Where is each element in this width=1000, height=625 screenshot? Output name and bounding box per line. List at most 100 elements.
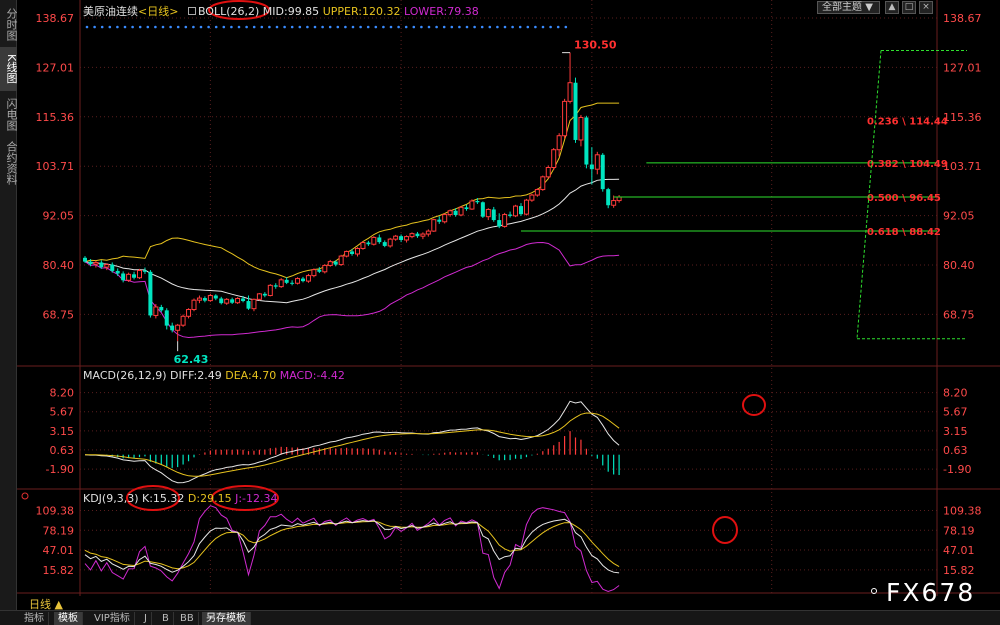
marker-dot [116, 25, 119, 29]
tab-flash-chart[interactable]: 闪电图 [0, 92, 18, 136]
candle-body [175, 324, 181, 331]
macd-y-tick-left: 0.63 [50, 444, 75, 457]
main-panel-header: 美原油连续<日线> BOLL(26,2) MID:99.85 UPPER:120… [83, 3, 479, 19]
kdj-j-value: J:-12.34 [235, 492, 278, 505]
candle-body [290, 282, 295, 284]
tab-b[interactable]: B [158, 612, 174, 625]
macd-y-tick-right: -1.90 [943, 463, 971, 476]
marker-dot [526, 25, 530, 29]
candle-body [83, 257, 87, 262]
marker-dot [100, 25, 104, 29]
candle-body [469, 200, 475, 210]
marker-dot [252, 25, 256, 29]
candle-body [611, 200, 617, 206]
candle-body [99, 262, 104, 268]
marker-dot [549, 25, 552, 29]
tab-vip-indicators[interactable]: VIP指标 [90, 612, 135, 625]
candle-body [366, 242, 371, 245]
panel-close-button[interactable]: × [919, 1, 933, 14]
tab-indicators[interactable]: 指标 [20, 612, 49, 625]
marker-dot [328, 25, 332, 29]
candle-body [191, 299, 197, 311]
bottom-tab-bar: 指标 模板 VIP指标 J B BB 另存模板 [0, 610, 1000, 625]
highlight-ellipse [742, 394, 766, 416]
candle-body [594, 154, 600, 170]
theme-dropdown-label: 全部主题 [822, 2, 862, 13]
marker-dot [154, 25, 157, 29]
low-price-label: 62.43 [174, 353, 209, 366]
marker-dot [541, 25, 545, 29]
marker-dot [450, 25, 454, 29]
candle-body [545, 167, 551, 178]
kdj-settings-icon [21, 492, 29, 500]
marker-dot [207, 25, 210, 29]
tab-kline[interactable]: K线图 [0, 47, 18, 91]
candle-body [387, 238, 393, 247]
fib-level-label: 0.236 \ 114.44 [867, 117, 948, 128]
candle-body [420, 233, 426, 237]
marker-dot [412, 25, 416, 29]
main-y-tick-right: 138.67 [943, 12, 982, 25]
candle-body [551, 149, 557, 169]
panel-up-button[interactable]: ▲ [885, 1, 899, 14]
candle-body [317, 269, 322, 272]
tab-save-template[interactable]: 另存模板 [202, 612, 251, 625]
main-y-tick-left: 115.36 [36, 111, 75, 124]
tab-template[interactable]: 模板 [54, 612, 83, 625]
marker-dot [298, 25, 302, 29]
candle-body [540, 176, 546, 191]
candle-body [207, 295, 213, 302]
kdj-k-value: K:15.32 [142, 492, 185, 505]
candle-body [159, 306, 164, 311]
candle-body [350, 251, 355, 254]
candle-body [148, 271, 153, 316]
candle-body [409, 233, 415, 238]
marker-dot [556, 25, 560, 29]
macd-y-tick-left: 5.67 [50, 406, 75, 419]
marker-dot [214, 25, 218, 29]
candle-body [88, 261, 93, 265]
chart-canvas[interactable]: 138.67 138.67 127.01 127.01 115.36 115.36 103.… [17, 0, 1000, 596]
boll-upper-value: UPPER:120.32 [322, 5, 401, 18]
candle-body [584, 117, 589, 165]
tab-time-sharing[interactable]: 分时图 [0, 2, 18, 46]
main-y-tick-left: 138.67 [36, 12, 75, 25]
tab-bb[interactable]: BB [176, 612, 199, 625]
candle-body [186, 309, 192, 317]
marker-dot [534, 25, 537, 29]
marker-dot [283, 25, 286, 29]
candle-body [262, 293, 267, 296]
candle-body [453, 210, 458, 215]
macd-macd-value: MACD:-4.42 [279, 369, 345, 382]
panel-restore-button[interactable]: □ [902, 1, 916, 14]
macd-name: MACD(26,12,9) [83, 369, 167, 382]
marker-dot [313, 25, 317, 29]
tab-j[interactable]: J [140, 612, 152, 625]
marker-dot [131, 25, 134, 29]
tab-contract-info[interactable]: 合约资料 [0, 137, 18, 189]
candle-body [447, 210, 453, 216]
marker-dot [359, 25, 362, 29]
marker-dot [564, 25, 568, 29]
marker-dot [480, 25, 484, 29]
candle-body [355, 247, 360, 255]
candle-body [311, 269, 317, 277]
candle-body [519, 206, 523, 215]
marker-dot [427, 25, 431, 29]
marker-dot [176, 25, 180, 29]
fib-level-label: 0.382 \ 104.49 [867, 159, 948, 170]
theme-dropdown[interactable]: 全部主题 ▼ [817, 1, 880, 14]
candle-body [196, 297, 202, 301]
candle-body [616, 196, 622, 202]
marker-dot [397, 25, 400, 29]
kdj-y-tick-right: 109.38 [943, 504, 982, 517]
candle-body [377, 237, 382, 243]
marker-dot [138, 25, 142, 29]
candle-body [121, 273, 126, 281]
candle-body [327, 261, 333, 266]
candle-body [256, 293, 262, 300]
candle-body [502, 214, 508, 227]
candle-body [529, 194, 535, 201]
macd-y-tick-right: 8.20 [943, 387, 968, 400]
candle-body [180, 315, 186, 326]
